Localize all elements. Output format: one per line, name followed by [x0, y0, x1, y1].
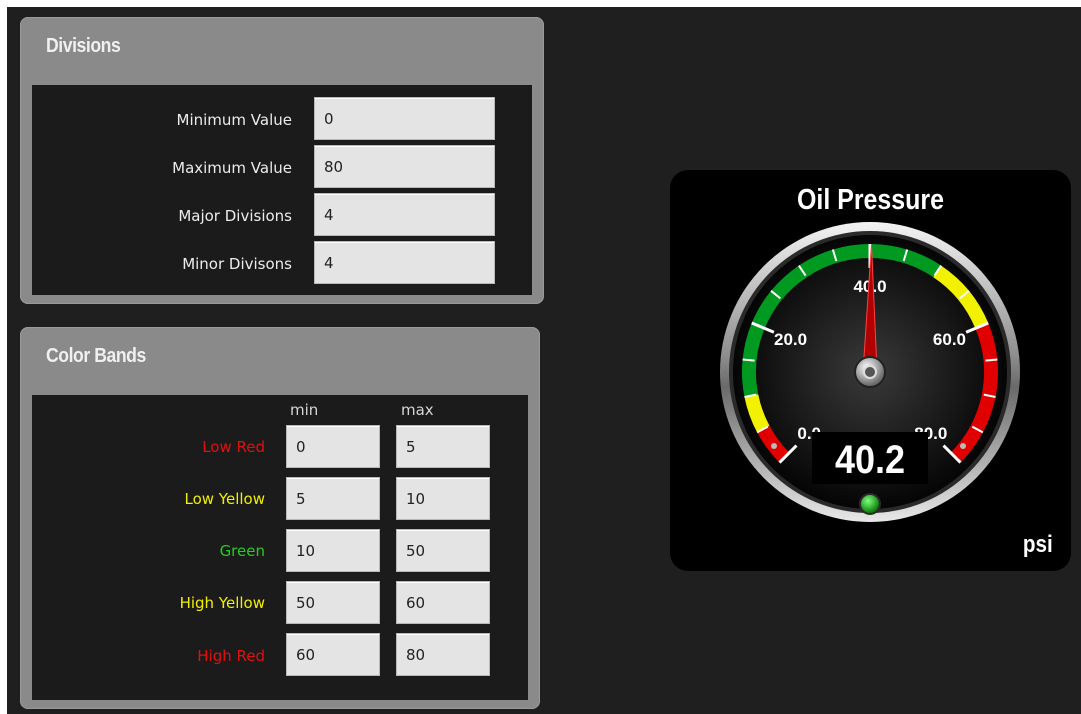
- max-column-header: max: [401, 401, 434, 419]
- green-label: Green: [219, 542, 265, 560]
- minor-divisions-input[interactable]: [314, 241, 495, 284]
- maximum-value-input[interactable]: [314, 145, 495, 188]
- gauge-minor-tick: [985, 358, 998, 362]
- gauge-tick-label: 20.0: [774, 330, 807, 349]
- low-red-min-input[interactable]: [286, 425, 380, 468]
- minor-divisions-label: Minor Divisons: [182, 255, 292, 273]
- minimum-value-label: Minimum Value: [176, 111, 292, 129]
- min-column-header: min: [290, 401, 319, 419]
- color-bands-title: Color Bands: [46, 345, 146, 367]
- high-yellow-label: High Yellow: [179, 594, 265, 612]
- high-red-label: High Red: [197, 647, 265, 665]
- gauge-screw-right: [960, 443, 966, 449]
- divisions-panel: Divisions Minimum Value Maximum Value Ma…: [20, 17, 544, 304]
- gauge-tick-label: 60.0: [933, 330, 966, 349]
- low-yellow-label: Low Yellow: [184, 490, 266, 508]
- unit-label: psi: [1023, 531, 1053, 558]
- needle-hub-center: [863, 365, 877, 379]
- gauge-minor-tick: [742, 358, 755, 362]
- green-max-input[interactable]: [396, 529, 490, 572]
- digital-readout: 40.2: [835, 438, 905, 482]
- app-canvas: Divisions Minimum Value Maximum Value Ma…: [7, 7, 1081, 714]
- high-red-min-input[interactable]: [286, 633, 380, 676]
- gauge-dial: 0.020.040.060.080.0 40.2: [720, 222, 1020, 522]
- green-min-input[interactable]: [286, 529, 380, 572]
- minimum-value-input[interactable]: [314, 97, 495, 140]
- high-red-max-input[interactable]: [396, 633, 490, 676]
- low-red-label: Low Red: [202, 438, 265, 456]
- low-yellow-max-input[interactable]: [396, 477, 490, 520]
- low-yellow-min-input[interactable]: [286, 477, 380, 520]
- high-yellow-min-input[interactable]: [286, 581, 380, 624]
- gauge-screw-left: [771, 443, 777, 449]
- oil-pressure-gauge: Oil Pressure 0.0 20.0 60.0 80.0 40.2 psi: [670, 170, 1071, 571]
- major-divisions-input[interactable]: [314, 193, 495, 236]
- high-yellow-max-input[interactable]: [396, 581, 490, 624]
- low-red-max-input[interactable]: [396, 425, 490, 468]
- major-divisions-label: Major Divisions: [178, 207, 292, 225]
- divisions-title: Divisions: [46, 35, 121, 57]
- color-bands-panel: Color Bands min max Low Red Low Yellow G…: [20, 327, 540, 709]
- status-indicator-light: [859, 493, 881, 515]
- maximum-value-label: Maximum Value: [172, 159, 292, 177]
